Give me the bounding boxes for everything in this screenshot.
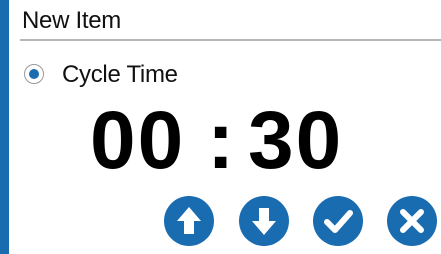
arrow-up-icon (177, 207, 201, 234)
cycle-time-radio[interactable] (24, 64, 44, 84)
cycle-time-label: Cycle Time (62, 61, 178, 88)
new-item-screen: New Item Cycle Time 00 : 30 (0, 0, 441, 254)
title-divider (20, 39, 441, 41)
page-title: New Item (22, 7, 121, 34)
increase-button[interactable] (164, 196, 214, 246)
check-icon (324, 210, 353, 233)
arrow-down-icon (252, 208, 276, 235)
radio-selected-dot (29, 69, 39, 79)
timer-display: 00 : 30 (0, 96, 441, 186)
cancel-button[interactable] (387, 196, 437, 246)
timer-seconds: 30 (248, 95, 344, 186)
close-icon (400, 209, 424, 233)
timer-separator: : (207, 95, 237, 186)
decrease-button[interactable] (239, 196, 289, 246)
control-buttons (0, 196, 441, 254)
timer-minutes: 00 (90, 95, 186, 186)
confirm-button[interactable] (313, 196, 363, 246)
